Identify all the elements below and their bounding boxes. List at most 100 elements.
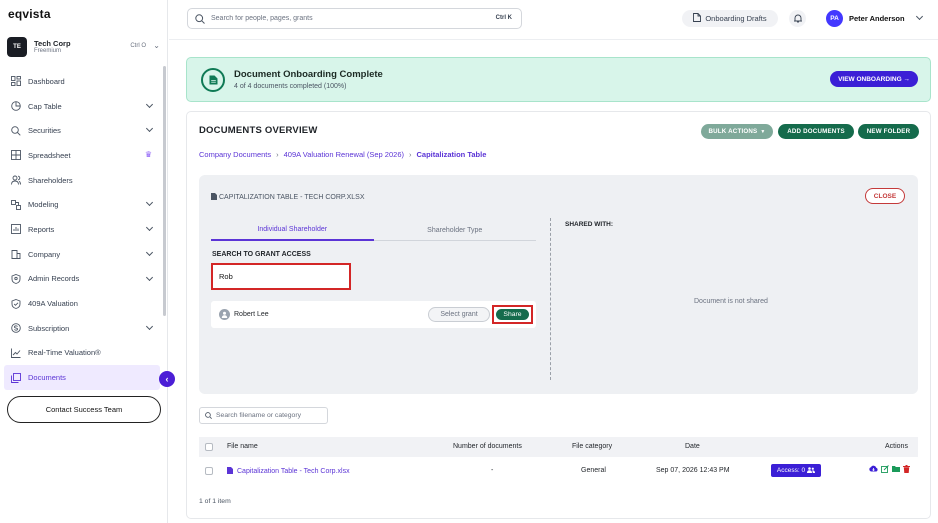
dashboard-icon xyxy=(11,76,21,87)
sidebar-item-label: Reports xyxy=(28,224,55,234)
company-shortcut: Ctrl O xyxy=(130,43,146,49)
sidebar-item-securities[interactable]: Securities xyxy=(4,118,160,143)
documents-icon xyxy=(11,372,21,383)
trash-icon[interactable] xyxy=(902,464,911,473)
sidebar-scrollbar[interactable] xyxy=(163,66,166,316)
bulk-actions-button[interactable]: BULK ACTIONS ▼ xyxy=(701,124,773,139)
tab-shareholder-type[interactable]: Shareholder Type xyxy=(373,220,536,241)
onboarding-drafts-label: Onboarding Drafts xyxy=(705,14,767,23)
chevron-down-icon: ⌄ xyxy=(153,41,160,50)
sidebar-item-dashboard[interactable]: Dashboard xyxy=(4,69,160,94)
table-header: File name Number of documents File categ… xyxy=(199,437,918,457)
collapse-sidebar-button[interactable]: ‹ xyxy=(159,371,175,387)
file-icon xyxy=(211,193,217,202)
users-icon xyxy=(807,466,816,475)
grant-access-search-input[interactable] xyxy=(211,263,351,290)
file-name: Capitalization Table - Tech Corp.xlsx xyxy=(237,468,350,475)
close-button[interactable]: CLOSE xyxy=(865,188,905,204)
page-title: DOCUMENTS OVERVIEW xyxy=(199,125,318,136)
sidebar-item-spreadsheet[interactable]: Spreadsheet ♛ xyxy=(4,143,160,168)
chevron-down-icon xyxy=(145,100,154,108)
panel-divider xyxy=(550,218,551,380)
company-switcher[interactable]: TE Tech Corp Freemium Ctrl O ⌄ xyxy=(7,35,162,59)
search-icon xyxy=(195,13,205,24)
sidebar-item-label: Securities xyxy=(28,126,61,136)
sidebar-item-real-time-valuation[interactable]: Real-Time Valuation® xyxy=(4,341,160,366)
chevron-down-icon xyxy=(145,322,154,330)
global-search[interactable]: Ctrl K xyxy=(187,8,522,29)
shield-check-icon xyxy=(11,298,21,309)
sidebar-item-cap-table[interactable]: Cap Table xyxy=(4,94,160,119)
banner-subtitle: 4 of 4 documents completed (100%) xyxy=(234,83,347,90)
user-avatar[interactable]: PA xyxy=(826,10,843,27)
file-link[interactable]: Capitalization Table - Tech Corp.xlsx xyxy=(227,467,350,476)
cell-num-docs: - xyxy=(491,467,494,474)
global-search-input[interactable] xyxy=(211,15,461,22)
sidebar-item-documents[interactable]: Documents xyxy=(4,365,160,390)
tab-individual-shareholder[interactable]: Individual Shareholder xyxy=(211,220,374,241)
select-grant-dropdown[interactable]: Select grant xyxy=(428,307,490,322)
column-header-file-name[interactable]: File name xyxy=(227,443,258,450)
user-name[interactable]: Peter Anderson xyxy=(849,14,905,23)
pie-chart-icon xyxy=(11,101,21,111)
file-search-input[interactable] xyxy=(216,412,326,419)
breadcrumb-item[interactable]: 409A Valuation Renewal (Sep 2026) xyxy=(284,150,404,159)
column-header-num-docs[interactable]: Number of documents xyxy=(453,443,522,450)
sidebar-item-label: Documents xyxy=(28,373,66,383)
column-header-date[interactable]: Date xyxy=(685,443,700,450)
banner-title: Document Onboarding Complete xyxy=(234,69,383,80)
documents-overview-card: DOCUMENTS OVERVIEW BULK ACTIONS ▼ ADD DO… xyxy=(186,111,931,519)
chevron-right-icon: › xyxy=(276,150,279,159)
cloud-download-icon[interactable] xyxy=(869,464,878,473)
row-actions xyxy=(869,464,911,473)
sidebar-item-reports[interactable]: Reports xyxy=(4,217,160,242)
sidebar-item-modeling[interactable]: Modeling xyxy=(4,192,160,217)
share-button[interactable]: Share xyxy=(496,309,529,320)
chevron-down-icon xyxy=(145,224,154,232)
sidebar: eqvista TE Tech Corp Freemium Ctrl O ⌄ D… xyxy=(0,0,168,523)
chevron-down-icon[interactable] xyxy=(915,12,924,21)
view-onboarding-button[interactable]: VIEW ONBOARDING → xyxy=(830,71,918,87)
sidebar-item-subscription[interactable]: Subscription xyxy=(4,316,160,341)
new-folder-button[interactable]: NEW FOLDER xyxy=(858,124,919,139)
result-name: Robert Lee xyxy=(234,311,269,318)
add-documents-button[interactable]: ADD DOCUMENTS xyxy=(778,124,854,139)
edit-icon[interactable] xyxy=(880,464,889,473)
sidebar-item-label: Company xyxy=(28,249,61,259)
app-logo[interactable]: eqvista xyxy=(8,7,51,21)
row-checkbox[interactable] xyxy=(205,467,213,475)
access-badge[interactable]: Access: 0 xyxy=(771,464,821,477)
bulk-actions-label: BULK ACTIONS xyxy=(708,128,758,135)
not-shared-message: Document is not shared xyxy=(694,298,768,305)
sidebar-item-409a-valuation[interactable]: 409A Valuation xyxy=(4,291,160,316)
company-avatar: TE xyxy=(7,37,27,57)
breadcrumb-current: Capitalization Table xyxy=(416,150,487,159)
trend-icon xyxy=(11,348,21,358)
admin-records-icon xyxy=(11,273,21,284)
chevron-right-icon: › xyxy=(409,150,412,159)
chevron-down-icon xyxy=(145,248,154,256)
sidebar-item-company[interactable]: Company xyxy=(4,242,160,267)
users-icon xyxy=(11,175,21,185)
sidebar-item-label: Subscription xyxy=(28,323,70,333)
select-all-checkbox[interactable] xyxy=(205,443,213,451)
sidebar-item-shareholders[interactable]: Shareholders xyxy=(4,168,160,193)
notifications-button[interactable] xyxy=(789,10,806,27)
contact-success-team-button[interactable]: Contact Success Team xyxy=(7,396,161,423)
folder-move-icon[interactable] xyxy=(891,464,900,473)
modeling-icon xyxy=(11,199,21,210)
access-label: Access: 0 xyxy=(776,467,806,474)
file-search[interactable] xyxy=(199,407,328,424)
share-button-highlight: Share xyxy=(492,305,533,324)
column-header-category[interactable]: File category xyxy=(572,443,612,450)
company-plan: Freemium xyxy=(34,47,62,54)
bell-icon xyxy=(793,14,802,23)
onboarding-drafts-button[interactable]: Onboarding Drafts xyxy=(682,10,778,27)
share-access-panel: CAPITALIZATION TABLE - TECH CORP.XLSX CL… xyxy=(199,175,918,394)
search-grant-label: SEARCH TO GRANT ACCESS xyxy=(212,251,311,258)
topbar-divider xyxy=(169,39,938,40)
sidebar-item-admin-records[interactable]: Admin Records xyxy=(4,267,160,292)
column-header-actions: Actions xyxy=(885,443,908,450)
sidebar-item-label: Shareholders xyxy=(28,175,73,185)
breadcrumb-item[interactable]: Company Documents xyxy=(199,150,271,159)
